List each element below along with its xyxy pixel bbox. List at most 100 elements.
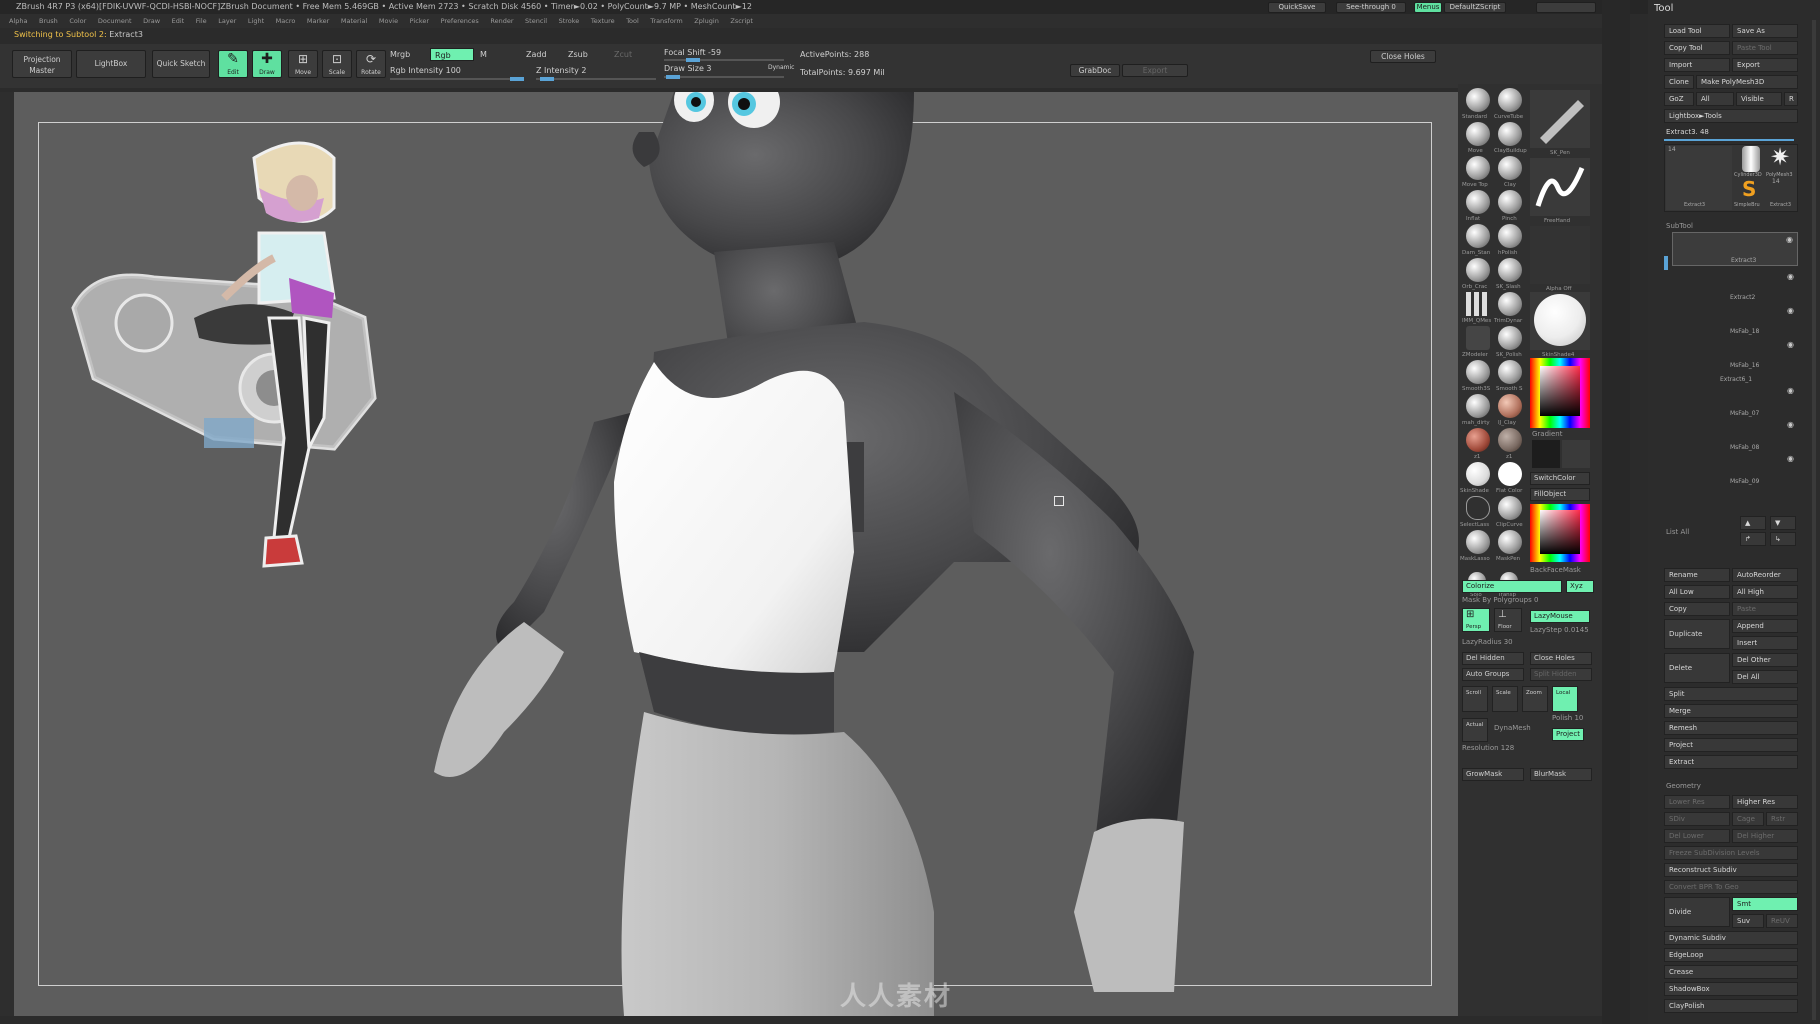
menu-macro[interactable]: Macro <box>276 14 296 28</box>
stroke-freehand-preview[interactable] <box>1530 158 1590 216</box>
subtool-down-arrow[interactable]: ▼ <box>1770 516 1796 530</box>
subtool-row-msfab08[interactable]: MsFab_08 ◉ <box>1672 438 1798 470</box>
brush-smooths-icon[interactable] <box>1498 360 1522 384</box>
m-toggle[interactable]: M <box>480 50 487 59</box>
move-button[interactable]: ⊞ Move <box>288 50 318 78</box>
brush-movetop-icon[interactable] <box>1466 156 1490 180</box>
floor-button[interactable]: ⊥ Floor <box>1494 608 1522 632</box>
menu-stencil[interactable]: Stencil <box>525 14 547 28</box>
growmask-button[interactable]: GrowMask <box>1462 768 1524 781</box>
menu-render[interactable]: Render <box>490 14 513 28</box>
merge-button[interactable]: Merge <box>1664 704 1798 718</box>
claypolish-button[interactable]: ClayPolish <box>1664 999 1798 1013</box>
save-as-button[interactable]: Save As <box>1732 24 1798 38</box>
current-tool-slider[interactable]: Extract3. 48 <box>1666 128 1709 136</box>
menu-zplugin[interactable]: Zplugin <box>694 14 719 28</box>
subtool-move-down-arrow[interactable]: ↳ <box>1770 532 1796 546</box>
material-z1b-icon[interactable] <box>1498 428 1522 452</box>
lightbox-tools-button[interactable]: Lightbox►Tools <box>1664 109 1798 123</box>
brush-mahdirty-icon[interactable] <box>1466 394 1490 418</box>
scale-view-button[interactable]: Scale <box>1492 686 1518 712</box>
scale-button[interactable]: ⊡ Scale <box>322 50 352 78</box>
brush-trimdynamic-icon[interactable] <box>1498 292 1522 316</box>
load-tool-button[interactable]: Load Tool <box>1664 24 1730 38</box>
material-preview[interactable] <box>1530 292 1590 350</box>
suv-toggle[interactable]: Suv <box>1732 914 1764 928</box>
local-button[interactable]: Local <box>1552 686 1578 712</box>
subtool-scrollbar[interactable] <box>1664 256 1668 270</box>
brush-pinch-icon[interactable] <box>1498 190 1522 214</box>
menu-marker[interactable]: Marker <box>307 14 329 28</box>
secondary-color-swatch[interactable] <box>1562 440 1590 468</box>
brush-smooth3s-icon[interactable] <box>1466 360 1490 384</box>
smt-toggle[interactable]: Smt <box>1732 897 1798 911</box>
subtool-up-arrow[interactable]: ▲ <box>1740 516 1766 530</box>
clone-button[interactable]: Clone <box>1664 75 1694 89</box>
lower-res-button[interactable]: Lower Res <box>1664 795 1730 809</box>
mask-polygroups-slider[interactable]: Mask By Polygroups 0 <box>1462 596 1538 604</box>
lightbox-button[interactable]: LightBox <box>76 50 146 78</box>
paste-tool-button[interactable]: Paste Tool <box>1732 41 1798 55</box>
menu-zscript[interactable]: Zscript <box>730 14 753 28</box>
current-tool-track[interactable] <box>1664 139 1794 141</box>
subtool-row-extract2[interactable]: Extract2 ◉ <box>1672 268 1798 301</box>
crease-button[interactable]: Crease <box>1664 965 1798 979</box>
color-picker-2-square[interactable] <box>1540 510 1580 554</box>
subtool-visibility-eye-icon[interactable]: ◉ <box>1787 420 1794 429</box>
menu-brush[interactable]: Brush <box>39 14 58 28</box>
zcut-toggle[interactable]: Zcut <box>614 50 632 59</box>
split-hidden-button[interactable]: Split Hidden <box>1530 668 1592 681</box>
extract-button[interactable]: Extract <box>1664 755 1798 769</box>
lazymouse-toggle[interactable]: LazyMouse <box>1530 610 1590 623</box>
dynamic-toggle[interactable]: Dynamic <box>768 64 794 71</box>
del-higher-button[interactable]: Del Higher <box>1732 829 1798 843</box>
geometry-section-header[interactable]: Geometry <box>1666 782 1701 790</box>
maskpen-icon[interactable] <box>1498 530 1522 554</box>
brush-hpolish-icon[interactable] <box>1498 224 1522 248</box>
zadd-toggle[interactable]: Zadd <box>526 50 547 59</box>
scroll-button[interactable]: Scroll <box>1462 686 1488 712</box>
freeze-subdiv-button[interactable]: Freeze SubDivision Levels <box>1664 846 1798 860</box>
draw-size-slider[interactable]: Draw Size 3 <box>664 64 712 73</box>
color-picker-2[interactable] <box>1530 504 1590 562</box>
del-lower-button[interactable]: Del Lower <box>1664 829 1730 843</box>
actual-button[interactable]: Actual <box>1462 718 1488 742</box>
selectlasso-icon[interactable] <box>1466 496 1490 520</box>
rstr-button[interactable]: Rstr <box>1766 812 1798 826</box>
brush-orbcrack-icon[interactable] <box>1466 258 1490 282</box>
color-picker-square[interactable] <box>1540 366 1580 416</box>
rename-button[interactable]: Rename <box>1664 568 1730 582</box>
menu-color[interactable]: Color <box>69 14 86 28</box>
export-button[interactable]: Export <box>1122 64 1188 77</box>
split-button[interactable]: Split <box>1664 687 1798 701</box>
goz-button[interactable]: GoZ <box>1664 92 1694 106</box>
autoreorder-button[interactable]: AutoReorder <box>1732 568 1798 582</box>
menu-transform[interactable]: Transform <box>650 14 682 28</box>
rgb-intensity-track[interactable] <box>390 78 520 80</box>
menu-preferences[interactable]: Preferences <box>441 14 479 28</box>
mrgb-toggle[interactable]: Mrgb <box>390 50 410 59</box>
subtool-row-msfab09[interactable]: MsFab_09 <box>1672 472 1798 502</box>
material-skinshade-icon[interactable] <box>1466 462 1490 486</box>
subtool-visibility-eye-icon[interactable]: ◉ <box>1786 235 1793 244</box>
menu-stroke[interactable]: Stroke <box>559 14 580 28</box>
focal-shift-track[interactable] <box>664 59 784 61</box>
material-z1-icon[interactable] <box>1466 428 1490 452</box>
brush-curvetube-icon[interactable] <box>1498 88 1522 112</box>
polish-slider[interactable]: Polish 10 <box>1552 714 1583 722</box>
subtool-visibility-eye-icon[interactable]: ◉ <box>1787 386 1794 395</box>
material-flatcolor-icon[interactable] <box>1498 462 1522 486</box>
convert-bpr-button[interactable]: Convert BPR To Geo <box>1664 880 1798 894</box>
window-controls[interactable] <box>1536 2 1596 13</box>
focal-shift-thumb[interactable] <box>686 58 700 62</box>
z-intensity-slider[interactable]: Z Intensity 2 <box>536 66 586 75</box>
zoom-button[interactable]: Zoom <box>1522 686 1548 712</box>
all-low-button[interactable]: All Low <box>1664 585 1730 599</box>
subtool-visibility-eye-icon[interactable]: ◉ <box>1787 340 1794 349</box>
subtool-row-extract6[interactable]: Extract6_1 ◉ <box>1672 370 1798 402</box>
close-holes-top-button[interactable]: Close Holes <box>1370 50 1436 63</box>
subtool-row-msfab18[interactable]: MsFab_18 ◉ <box>1672 302 1798 335</box>
delete-button[interactable]: Delete <box>1664 653 1730 683</box>
subtool-row-msfab16[interactable]: MsFab_16 ◉ <box>1672 336 1798 369</box>
shadowbox-button[interactable]: ShadowBox <box>1664 982 1798 996</box>
